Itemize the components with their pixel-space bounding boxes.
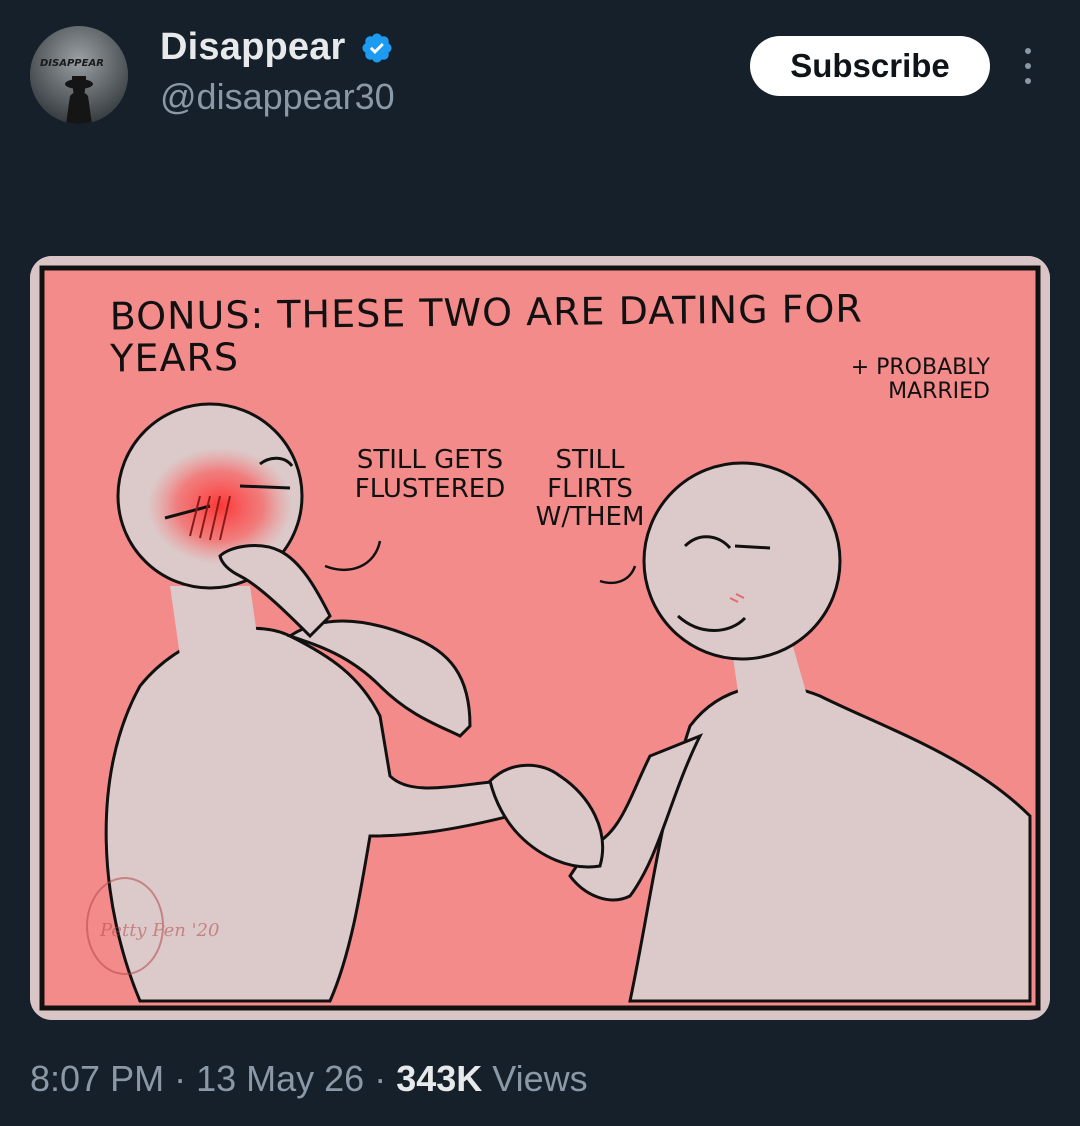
tweet-media-image[interactable]: Petty Pen '20 Bonus: These two are datin… [30, 256, 1050, 1020]
tweet-meta: 8:07 PM · 13 May 26 · 343K Views [30, 1058, 588, 1100]
more-dot [1025, 48, 1031, 54]
views-count[interactable]: 343K [396, 1058, 482, 1100]
signature-text: Petty Pen '20 [99, 920, 219, 941]
avatar-image: DISAPPEAR [30, 26, 128, 124]
meta-separator: · [174, 1058, 187, 1099]
author-handle[interactable]: @disappear30 [160, 76, 395, 118]
more-vertical-icon[interactable] [1016, 48, 1040, 84]
more-dot [1025, 63, 1031, 69]
avatar-logo-text: DISAPPEAR [40, 58, 104, 69]
subscribe-button[interactable]: Subscribe [750, 36, 990, 96]
verified-badge-icon [362, 32, 392, 63]
meta-separator: · [374, 1058, 387, 1099]
views-label: Views [492, 1058, 588, 1099]
comic-note-married: + Probably Married [850, 355, 990, 405]
tweet-page: DISAPPEAR Disappear @disappear30 Subscri… [0, 0, 1080, 1126]
author-display-name[interactable]: Disappear [160, 26, 346, 69]
tweet-date[interactable]: 13 May 26 [196, 1058, 364, 1100]
comic-caption-right: Still flirts w/them [535, 445, 645, 533]
author-name-row: Disappear [160, 26, 394, 69]
more-dot [1025, 78, 1031, 84]
tweet-time[interactable]: 8:07 PM [30, 1058, 164, 1100]
author-avatar[interactable]: DISAPPEAR [30, 26, 128, 124]
